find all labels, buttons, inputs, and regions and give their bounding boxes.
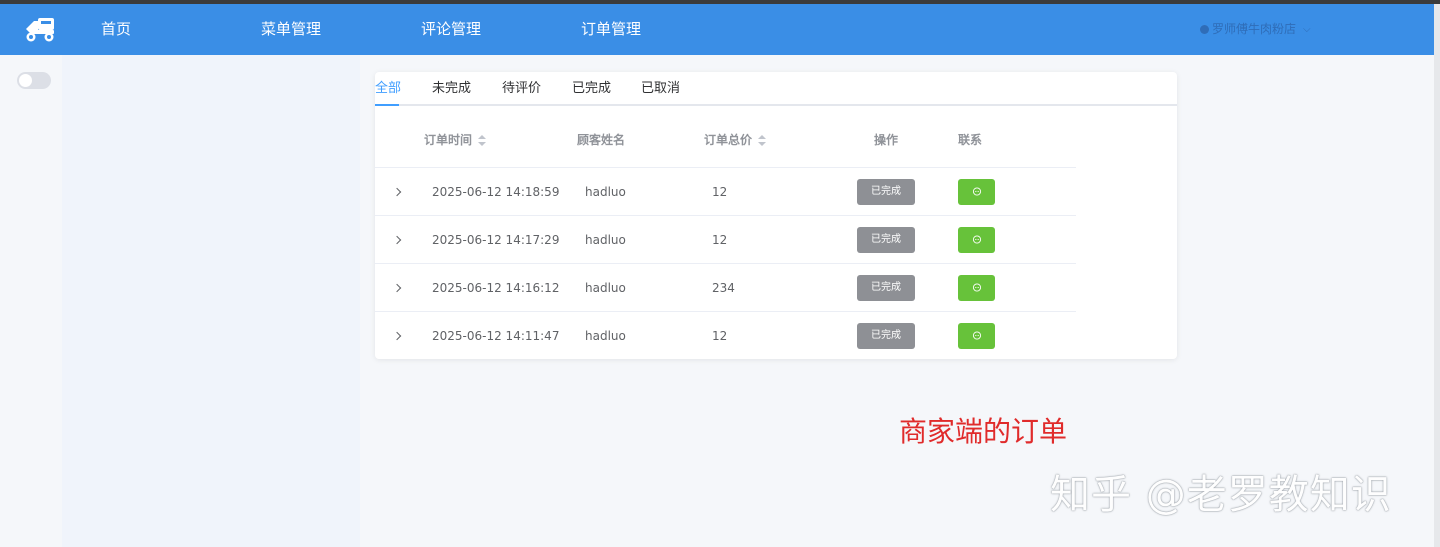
user-menu[interactable]: 罗师傅牛肉粉店 ⌵ — [1200, 4, 1311, 55]
contact-button[interactable] — [958, 179, 995, 205]
order-total: 12 — [712, 329, 728, 343]
contact-button[interactable] — [958, 323, 995, 349]
nav-item-order-management[interactable]: 订单管理 — [581, 4, 641, 55]
column-header-actions: 操作 — [874, 133, 899, 147]
content-background-left — [62, 55, 360, 547]
nav-item-review-management[interactable]: 评论管理 — [421, 4, 481, 55]
chevron-right-icon[interactable] — [392, 282, 404, 294]
chevron-right-icon[interactable] — [392, 186, 404, 198]
order-time: 2025-06-12 14:11:47 — [432, 329, 560, 343]
nav-item-home[interactable]: 首页 — [101, 4, 131, 55]
chat-bubble-icon — [972, 331, 981, 340]
active-tab-indicator — [375, 104, 399, 106]
tab-cancelled[interactable]: 已取消 — [641, 72, 680, 106]
sidebar-collapse-toggle[interactable] — [17, 72, 51, 89]
customer-name: hadluo — [585, 233, 626, 247]
customer-name: hadluo — [585, 281, 626, 295]
order-status-tabs: 全部 未完成 待评价 已完成 已取消 — [375, 72, 1177, 106]
sort-icon[interactable] — [478, 134, 487, 147]
column-header-order-time[interactable]: 订单时间 — [424, 112, 487, 168]
sort-icon[interactable] — [758, 134, 767, 147]
watermark: 知乎 @老罗教知识 — [1050, 472, 1392, 518]
sidebar — [0, 55, 62, 547]
chat-bubble-icon — [972, 235, 981, 244]
column-header-order-total[interactable]: 订单总价 — [704, 112, 767, 168]
user-name: 罗师傅牛肉粉店 — [1212, 22, 1297, 36]
top-navbar: 首页 菜单管理 评论管理 订单管理 罗师傅牛肉粉店 ⌵ — [0, 4, 1434, 55]
chat-bubble-icon — [972, 187, 981, 196]
column-header-customer-name: 顾客姓名 — [577, 133, 626, 147]
customer-name: hadluo — [585, 185, 626, 199]
orders-card: 全部 未完成 待评价 已完成 已取消 订单时间 顾客姓名 订单总价 操作 联系 … — [375, 72, 1177, 359]
status-completed-button[interactable]: 已完成 — [857, 179, 915, 205]
order-total: 12 — [712, 185, 728, 199]
customer-name: hadluo — [585, 329, 626, 343]
order-total: 234 — [712, 281, 735, 295]
chevron-right-icon[interactable] — [392, 234, 404, 246]
order-total: 12 — [712, 233, 728, 247]
order-time: 2025-06-12 14:18:59 — [432, 185, 560, 199]
order-time: 2025-06-12 14:16:12 — [432, 281, 560, 295]
window-right-strip — [1434, 4, 1440, 547]
table-row: 2025-06-12 14:18:59 hadluo 12 已完成 — [375, 168, 1076, 216]
status-completed-button[interactable]: 已完成 — [857, 227, 915, 253]
tab-incomplete[interactable]: 未完成 — [432, 72, 471, 106]
column-header-contact: 联系 — [958, 133, 983, 147]
order-time: 2025-06-12 14:17:29 — [432, 233, 560, 247]
chevron-right-icon[interactable] — [392, 330, 404, 342]
status-completed-button[interactable]: 已完成 — [857, 275, 915, 301]
table-row: 2025-06-12 14:16:12 hadluo 234 已完成 — [375, 264, 1076, 312]
contact-button[interactable] — [958, 227, 995, 253]
status-completed-button[interactable]: 已完成 — [857, 323, 915, 349]
nav-item-menu-management[interactable]: 菜单管理 — [261, 4, 321, 55]
user-dot-icon — [1200, 25, 1209, 34]
chat-bubble-icon — [972, 283, 981, 292]
scooter-logo-icon[interactable] — [24, 15, 56, 43]
table-row: 2025-06-12 14:17:29 hadluo 12 已完成 — [375, 216, 1076, 264]
chevron-down-icon: ⌵ — [1303, 24, 1311, 35]
tab-completed[interactable]: 已完成 — [572, 72, 611, 106]
toggle-knob — [19, 74, 32, 87]
table-header: 订单时间 顾客姓名 订单总价 操作 联系 — [375, 112, 1076, 168]
table-row: 2025-06-12 14:11:47 hadluo 12 已完成 — [375, 312, 1076, 360]
tab-pending-review[interactable]: 待评价 — [502, 72, 541, 106]
tab-all[interactable]: 全部 — [375, 72, 401, 106]
annotation-caption: 商家端的订单 — [899, 415, 1068, 448]
contact-button[interactable] — [958, 275, 995, 301]
